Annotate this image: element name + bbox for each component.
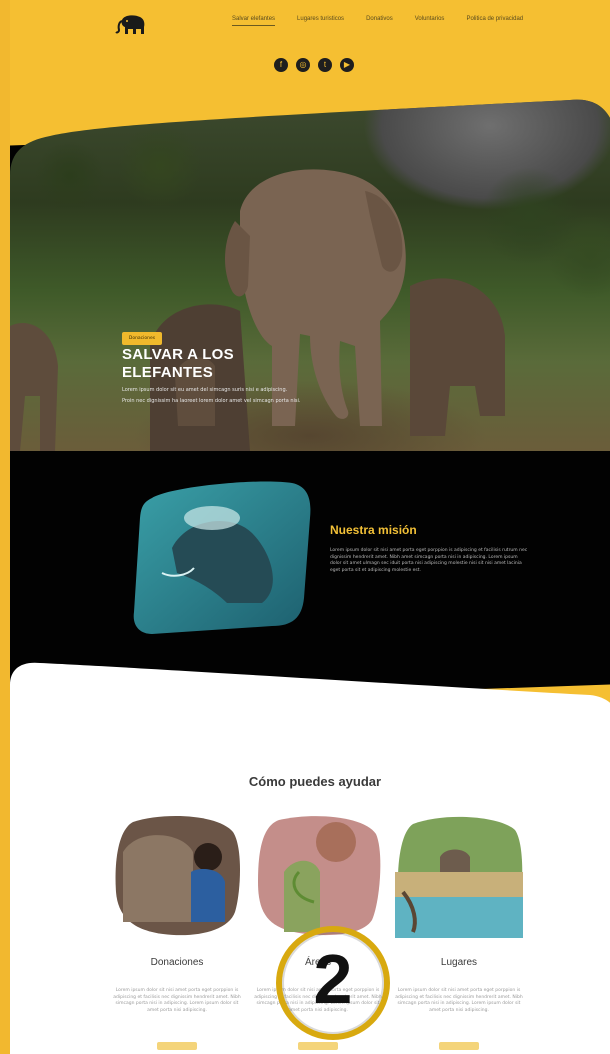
page-frame: Salvar elefantes Lugares turisticos Dona…: [10, 0, 610, 1054]
nav-item-voluntarios[interactable]: Voluntarios: [415, 16, 445, 22]
youtube-icon[interactable]: ▶: [340, 58, 354, 72]
instagram-icon[interactable]: ◎: [296, 58, 310, 72]
card-lugares-photo: [395, 816, 523, 938]
hero-donate-button[interactable]: Donaciones: [122, 332, 162, 345]
nav-item-privacidad[interactable]: Politica de privacidad: [466, 16, 523, 22]
social-links: f ◎ t ▶: [274, 58, 354, 72]
hero-text: SALVAR A LOS ELEFANTES Lorem ipsum dolor…: [122, 346, 362, 404]
card-donaciones-button[interactable]: [157, 1042, 197, 1050]
card-lugares-text: Lorem ipsum dolor sit nisi amet porta eg…: [395, 988, 523, 1013]
nav-item-salvar[interactable]: Salvar elefantes: [232, 16, 276, 26]
elephant-logo-icon[interactable]: [114, 12, 152, 38]
card-lugares-button[interactable]: [439, 1042, 479, 1050]
help-title: Cómo puedes ayudar: [248, 774, 382, 789]
hero-image: SALVAR A LOS ELEFANTES Lorem ipsum dolor…: [10, 96, 610, 451]
card-donaciones-text: Lorem ipsum dolor sit nisi amet porta eg…: [113, 988, 241, 1013]
card-areas-button[interactable]: [298, 1042, 338, 1050]
card-lugares-label: Lugares: [440, 957, 478, 968]
card-donaciones-label: Donaciones: [150, 957, 204, 968]
hero-subtext-2: Proin nec dignissim ha laoreet lorem dol…: [122, 398, 301, 404]
facebook-icon[interactable]: f: [274, 58, 288, 72]
mission-title: Nuestra misión: [330, 523, 417, 537]
twitter-icon[interactable]: t: [318, 58, 332, 72]
main-nav: Salvar elefantes Lugares turisticos Dona…: [232, 16, 590, 26]
underwater-elephant-photo: [133, 481, 311, 634]
card-areas-photo: [258, 816, 381, 936]
nav-item-lugares[interactable]: Lugares turisticos: [297, 16, 344, 22]
step-badge-number: 2: [313, 940, 353, 1018]
hero-subtext-1: Lorem ipsum dolor sit eu amet del simcag…: [122, 387, 288, 393]
card-donaciones-photo: [115, 816, 240, 936]
nav-item-donativos[interactable]: Donativos: [366, 16, 393, 22]
mission-body: Lorem ipsum dolor sit nisi amet porta eg…: [330, 548, 528, 573]
hero-title: SALVAR A LOS ELEFANTES: [122, 346, 234, 381]
